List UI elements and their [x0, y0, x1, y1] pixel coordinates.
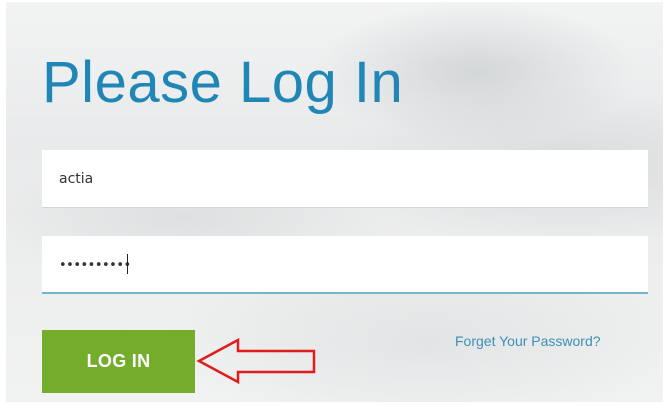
password-value: ••••••••••	[59, 258, 131, 273]
login-panel: Please Log In actia •••••••••• LOG IN Fo…	[6, 2, 663, 402]
forgot-password-link[interactable]: Forget Your Password?	[455, 333, 601, 349]
username-value: actia	[59, 171, 94, 187]
left-arrow-icon	[196, 337, 316, 385]
page-title: Please Log In	[42, 50, 404, 115]
password-field[interactable]: ••••••••••	[42, 236, 648, 294]
username-field[interactable]: actia	[42, 150, 648, 208]
login-button[interactable]: LOG IN	[42, 330, 195, 393]
text-caret	[127, 254, 128, 274]
